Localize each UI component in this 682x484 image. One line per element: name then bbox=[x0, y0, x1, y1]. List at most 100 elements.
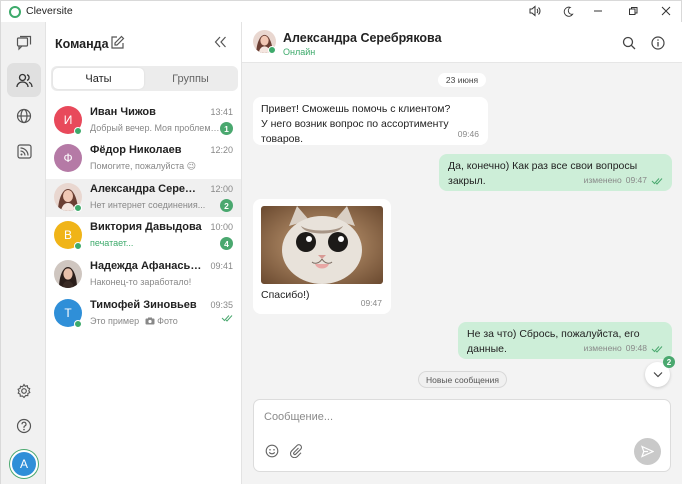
collapse-panel-icon[interactable] bbox=[214, 36, 227, 51]
sound-icon[interactable] bbox=[524, 2, 546, 20]
message-input[interactable] bbox=[264, 407, 624, 427]
unread-badge: 4 bbox=[220, 237, 233, 250]
tab-chats[interactable]: Чаты bbox=[53, 68, 144, 89]
rss-icon bbox=[16, 143, 32, 159]
send-icon bbox=[641, 445, 654, 458]
unread-badge: 2 bbox=[220, 199, 233, 212]
camera-icon bbox=[145, 317, 155, 325]
chat-time: 09:35 bbox=[210, 300, 233, 310]
close-button[interactable] bbox=[655, 2, 677, 20]
online-indicator bbox=[74, 127, 82, 135]
chat-time: 10:00 bbox=[210, 222, 233, 232]
chat-name: Виктория Давыдова bbox=[90, 221, 202, 233]
app-logo-icon bbox=[9, 6, 21, 18]
edited-label: изменено bbox=[583, 175, 622, 185]
minimize-button[interactable] bbox=[587, 2, 609, 20]
contact-name: Александра Серебрякова bbox=[283, 31, 442, 45]
chat-name: Надежда Афанасьева bbox=[90, 260, 202, 272]
typing-indicator: печатает... bbox=[90, 238, 134, 248]
photo-caption: Спасибо!) bbox=[261, 289, 310, 301]
message-outgoing[interactable]: Не за что) Сбрось, пожалуйста, его данны… bbox=[458, 322, 672, 359]
chat-name: Иван Чижов bbox=[90, 106, 156, 118]
message-time: 09:47 bbox=[360, 298, 382, 308]
edit-icon[interactable] bbox=[110, 35, 125, 53]
globe-icon bbox=[16, 108, 32, 124]
message-time: 09:47 bbox=[625, 175, 647, 185]
double-check-icon bbox=[651, 345, 663, 353]
rail-chats-button[interactable] bbox=[7, 26, 41, 60]
message-outgoing[interactable]: Да, конечно) Как раз все свои вопросы за… bbox=[439, 154, 672, 191]
chat-item[interactable]: Ф Фёдор Николаев 12:20 Помогите, пожалуй… bbox=[46, 140, 241, 178]
message-text: У него возник вопрос по ассортименту тов… bbox=[261, 118, 449, 145]
online-indicator bbox=[268, 46, 276, 54]
online-indicator bbox=[74, 320, 82, 328]
chat-item[interactable]: Т Тимофей Зиновьев 09:35 Это пример Фото bbox=[46, 295, 241, 333]
chat-preview: Добрый вечер. Моя проблема... bbox=[90, 123, 220, 133]
tab-groups[interactable]: Группы bbox=[145, 68, 236, 89]
chat-bubbles-icon bbox=[16, 35, 32, 51]
message-composer bbox=[253, 399, 671, 472]
send-button[interactable] bbox=[634, 438, 661, 465]
chat-time: 12:20 bbox=[210, 145, 233, 155]
cat-photo[interactable] bbox=[261, 206, 383, 284]
preview-text: Это пример bbox=[90, 316, 140, 326]
my-avatar[interactable]: А bbox=[10, 450, 38, 478]
rail-feed-button[interactable] bbox=[7, 134, 41, 168]
list-tabs: Чаты Группы bbox=[51, 66, 238, 91]
unread-badge: 1 bbox=[220, 122, 233, 135]
nav-rail: А bbox=[1, 22, 46, 484]
team-icon bbox=[15, 73, 33, 87]
chat-name: Фёдор Николаев bbox=[90, 144, 182, 156]
chat-preview: Помогите, пожалуйста 😉 bbox=[90, 161, 196, 171]
help-button[interactable] bbox=[7, 409, 41, 443]
rail-team-button[interactable] bbox=[7, 63, 41, 97]
chat-preview: Наконец-то заработало! bbox=[90, 277, 192, 287]
edited-label: изменено bbox=[583, 343, 622, 353]
app-title: Cleversite bbox=[26, 5, 73, 17]
date-separator: 23 июня bbox=[438, 73, 486, 87]
info-icon[interactable] bbox=[651, 36, 665, 53]
chat-item[interactable]: В Виктория Давыдова 10:00 печатает... 4 bbox=[46, 217, 241, 255]
message-meta: 09:47 bbox=[361, 296, 382, 311]
message-time: 09:46 bbox=[457, 129, 479, 139]
chat-item[interactable]: Надежда Афанасьева 09:41 Наконец-то зара… bbox=[46, 256, 241, 294]
message-time: 09:48 bbox=[625, 343, 647, 353]
message-meta: 09:46 bbox=[458, 127, 479, 142]
double-check-icon bbox=[221, 315, 233, 322]
contact-status: Онлайн bbox=[283, 47, 316, 57]
app-window: Cleversite А Команда Чаты Группы И Иван … bbox=[0, 0, 682, 484]
scroll-unread-badge: 2 bbox=[663, 356, 675, 368]
settings-button[interactable] bbox=[7, 374, 41, 408]
chat-time: 09:41 bbox=[210, 261, 233, 271]
chat-list-panel: Команда Чаты Группы И Иван Чижов 13:41 Д… bbox=[46, 22, 242, 484]
search-icon[interactable] bbox=[622, 36, 636, 53]
online-indicator bbox=[74, 204, 82, 212]
emoji-icon[interactable] bbox=[265, 444, 279, 461]
chat-item[interactable]: И Иван Чижов 13:41 Добрый вечер. Моя про… bbox=[46, 102, 241, 140]
rail-web-button[interactable] bbox=[7, 99, 41, 133]
list-title: Команда bbox=[55, 37, 109, 51]
attach-icon[interactable] bbox=[289, 444, 303, 461]
message-incoming-photo[interactable]: Спасибо!) 09:47 bbox=[253, 199, 391, 314]
avatar: Ф bbox=[54, 144, 82, 172]
chat-preview: Это пример Фото bbox=[90, 316, 220, 326]
online-indicator bbox=[74, 242, 82, 250]
message-meta: изменено 09:47 bbox=[584, 173, 663, 188]
chat-name: Тимофей Зиновьев bbox=[90, 299, 197, 311]
chat-name: Александра Серебряк... bbox=[90, 183, 202, 195]
double-check-icon bbox=[651, 177, 663, 185]
message-incoming[interactable]: Привет! Сможешь помочь с клиентом? У нег… bbox=[253, 97, 488, 145]
chat-time: 13:41 bbox=[210, 107, 233, 117]
chat-item-selected[interactable]: Александра Серебряк... 12:00 Нет интерне… bbox=[46, 179, 241, 217]
chat-time: 12:00 bbox=[210, 184, 233, 194]
conversation-header: Александра Серебрякова Онлайн bbox=[242, 22, 682, 63]
avatar bbox=[54, 260, 82, 288]
gear-icon bbox=[17, 383, 31, 399]
chevron-down-icon bbox=[653, 372, 662, 378]
message-meta: изменено 09:48 bbox=[584, 341, 663, 356]
preview-photo-label: Фото bbox=[157, 316, 178, 326]
theme-moon-icon[interactable] bbox=[557, 2, 579, 20]
conversation-panel: Александра Серебрякова Онлайн 23 июня Пр… bbox=[242, 22, 682, 484]
restore-button[interactable] bbox=[622, 2, 644, 20]
message-text: Привет! Сможешь помочь с клиентом? bbox=[261, 103, 451, 115]
